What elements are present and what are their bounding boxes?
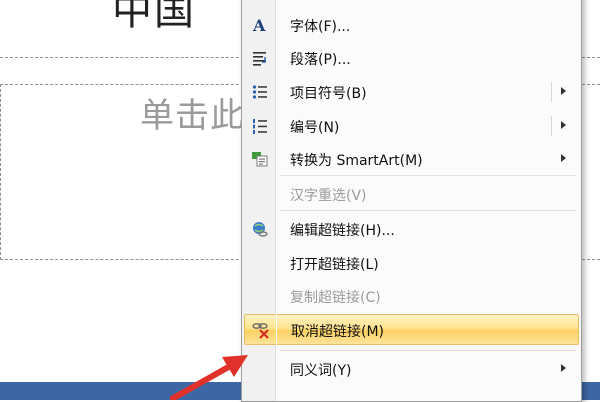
remove-hyperlink-icon bbox=[251, 321, 271, 339]
submenu-arrow-icon bbox=[561, 121, 566, 129]
menu-item-label: 同义词(Y) bbox=[290, 363, 352, 379]
submenu-arrow-icon bbox=[561, 87, 566, 95]
menu-item-label: 编号(N) bbox=[290, 120, 340, 136]
menu-item-label: 编辑超链接(H)... bbox=[290, 223, 395, 239]
submenu-divider bbox=[551, 116, 552, 136]
menu-separator bbox=[280, 210, 576, 211]
menu-item-edit-hyperlink[interactable]: 编辑超链接(H)... bbox=[244, 214, 579, 244]
submenu-arrow-icon bbox=[561, 364, 566, 372]
menu-item-label: 转换为 SmartArt(M) bbox=[290, 153, 423, 169]
menu-item-label: 段落(P)... bbox=[290, 52, 351, 68]
context-menu: A 字体(F)... 段落(P)... 项目符号(B) 编号(N) 转换为 Sm… bbox=[241, 0, 582, 402]
menu-item-hanzi-reselect: 汉字重选(V) bbox=[244, 179, 579, 209]
menu-item-label: 取消超链接(M) bbox=[291, 324, 385, 340]
menu-item-copy-hyperlink: 复制超链接(C) bbox=[244, 281, 579, 311]
bullets-icon bbox=[250, 83, 270, 101]
menu-item-label: 项目符号(B) bbox=[290, 86, 367, 102]
content-placeholder-text: 单击此 bbox=[140, 96, 245, 136]
menu-item-open-hyperlink[interactable]: 打开超链接(L) bbox=[244, 248, 579, 278]
annotation-arrow-icon bbox=[170, 355, 248, 400]
menu-item-remove-hyperlink[interactable]: 取消超链接(M) bbox=[244, 314, 579, 345]
menu-item-label: 字体(F)... bbox=[290, 19, 351, 35]
numbering-icon bbox=[250, 117, 270, 135]
smartart-icon bbox=[250, 150, 270, 168]
menu-item-font[interactable]: A 字体(F)... bbox=[244, 10, 579, 40]
menu-item-numbering[interactable]: 编号(N) bbox=[244, 111, 579, 141]
menu-item-paragraph[interactable]: 段落(P)... bbox=[244, 43, 579, 73]
menu-item-label: 复制超链接(C) bbox=[290, 290, 381, 306]
paragraph-icon bbox=[250, 49, 270, 67]
menu-item-label: 汉字重选(V) bbox=[290, 188, 367, 204]
submenu-divider bbox=[551, 82, 552, 102]
menu-item-label: 打开超链接(L) bbox=[290, 257, 379, 273]
menu-item-bullets[interactable]: 项目符号(B) bbox=[244, 77, 579, 107]
menu-item-synonyms[interactable]: 同义词(Y) bbox=[244, 354, 579, 384]
svg-text:A: A bbox=[252, 16, 266, 34]
menu-separator bbox=[280, 350, 576, 351]
slide-title-fragment: 中国 bbox=[112, 0, 196, 34]
menu-item-convert-smartart[interactable]: 转换为 SmartArt(M) bbox=[244, 144, 579, 174]
font-icon: A bbox=[250, 16, 270, 35]
submenu-arrow-icon bbox=[561, 154, 566, 162]
hyperlink-icon bbox=[250, 220, 270, 238]
menu-separator bbox=[280, 175, 576, 176]
